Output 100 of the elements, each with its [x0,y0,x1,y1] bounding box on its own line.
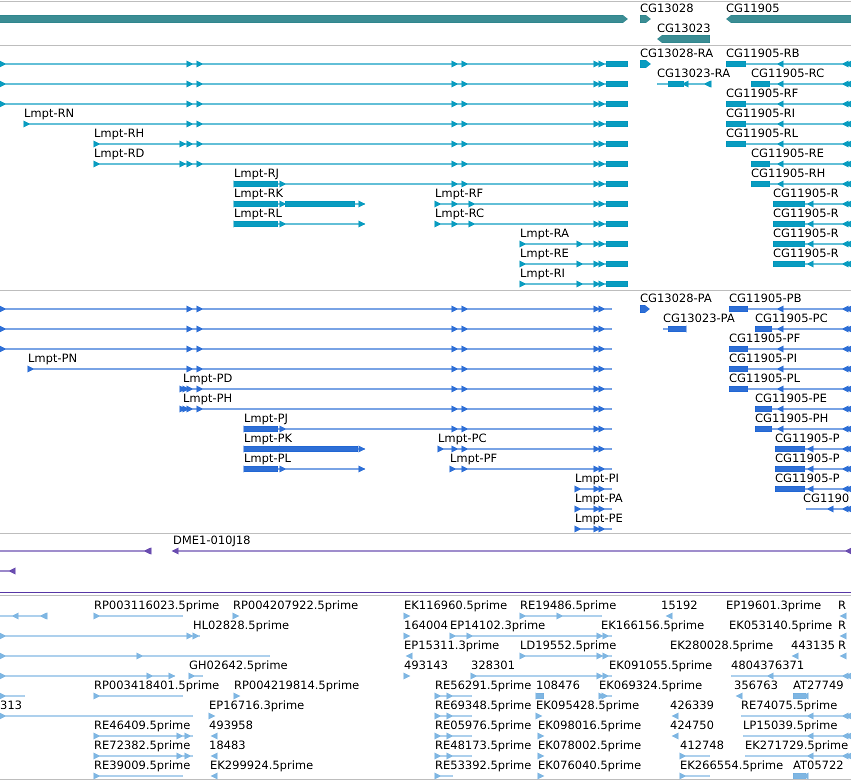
feature-label: RP003116023.5prime [94,598,220,612]
feature-label: CG11905-PB [729,291,802,305]
feature-label: 4804376371 [731,658,804,672]
feature-label: HL02828.5prime [193,618,290,632]
feature-label: 412748 [680,738,724,752]
feature-label: Lmpt-PD [183,371,232,385]
feature-label: EK095428.5prime [536,698,640,712]
feature-label: LP15039.5prime [743,718,838,732]
feature-label: EP19601.3prime [726,598,822,612]
feature-label: EK091055.5prime [609,658,712,672]
feature-label: RE46409.5prime [94,718,190,732]
feature-label: Lmpt-RC [435,206,484,220]
feature-label: Lmpt-RK [234,186,284,200]
feature-label: DME1-010J18 [173,533,250,547]
feature-label: AT05722 [793,758,844,772]
feature-label: CG13023-PA [663,311,735,325]
feature-label: EK053140.5prime [729,618,832,632]
feature-label: CG11905-PH [755,411,828,425]
feature-label: CG11905-R [773,246,839,260]
feature-label: CG11905-PC [755,311,828,325]
feature-label: CG11905-PI [729,351,798,365]
feature-label: CG11905 [726,1,780,15]
feature-label: Lmpt-RN [24,106,74,120]
feature-label: Lmpt-PL [244,451,291,465]
feature-label: 426339 [670,698,714,712]
feature-label: 18483 [209,738,246,752]
feature-label: RP004207922.5prime [233,598,358,612]
feature-label: R [838,618,846,632]
feature-label: EK069324.5prime [599,678,702,692]
feature-label: 108476 [536,678,580,692]
feature-label: EP16716.3prime [209,698,304,712]
feature-label: 15192 [661,598,698,612]
feature-label: 493143 [404,658,448,672]
feature-label: CG13023 [657,21,711,35]
feature-label: Lmpt-RA [520,226,569,240]
feature-label: LD19552.5prime [520,638,616,652]
feature-label: EP15311.3prime [404,638,500,652]
feature-label: CG11905-RL [726,126,798,140]
feature-label: RE19486.5prime [520,598,616,612]
feature-label: GH02642.5prime [189,658,288,672]
feature-label: EK078002.5prime [538,738,642,752]
feature-label: Lmpt-RJ [234,166,279,180]
feature-label: CG1190 [803,491,850,505]
feature-label: 313 [0,698,22,712]
feature-label: CG13028-RA [640,46,714,60]
feature-label: CG11905-PF [729,331,800,345]
feature-label: Lmpt-RI [520,266,565,280]
feature-label: EK266554.5prime [680,758,784,772]
feature-label: RE39009.5prime [94,758,190,772]
feature-label: 164004 [404,618,448,632]
feature-label: R [838,638,846,652]
feature-label: CG11905-RI [726,106,796,120]
feature-label: CG11905-R [773,206,839,220]
feature-label: RE05976.5prime [435,718,532,732]
feature-label: CG11905-P [775,431,840,445]
feature-label: EK280028.5prime [670,638,774,652]
feature-label: Lmpt-PA [575,491,623,505]
feature-label: RP003418401.5prime [94,678,220,692]
feature-label: EK166156.5prime [601,618,704,632]
feature-label: Lmpt-RD [94,146,144,160]
feature-label: EK271729.5prime [745,738,848,752]
feature-label: EP14102.3prime [450,618,546,632]
feature-label: 356763 [734,678,778,692]
feature-label: CG13028 [640,1,694,15]
feature-label: Lmpt-PJ [244,411,288,425]
feature-label: Lmpt-RL [234,206,282,220]
feature-label: CG11905-R [773,226,839,240]
feature-label: Lmpt-PN [28,351,78,365]
feature-label: Lmpt-RF [435,186,484,200]
feature-label: CG11905-RH [751,166,826,180]
feature-label: 328301 [471,658,515,672]
feature-label: Lmpt-PI [575,471,619,485]
feature-label: CG11905-P [775,471,840,485]
feature-label: CG11905-PL [729,371,800,385]
feature-label: CG13028-PA [640,291,712,305]
feature-label: CG11905-RF [726,86,798,100]
feature-label: EK299924.5prime [210,758,314,772]
feature-label: Lmpt-PH [183,391,232,405]
feature-label: CG11905-R [773,186,839,200]
feature-label: Lmpt-PF [450,451,498,465]
feature-label: RE72382.5prime [94,738,190,752]
feature-label: AT27749 [793,678,844,692]
feature-label: RE53392.5prime [435,758,532,772]
feature-label: CG11905-RE [751,146,824,160]
feature-label: CG11905-P [775,451,840,465]
feature-label: RE56291.5prime [435,678,532,692]
feature-label: 443135 [791,638,835,652]
feature-label: EK116960.5prime [404,598,508,612]
feature-label: Lmpt-RE [520,246,569,260]
feature-label: Lmpt-RH [94,126,144,140]
feature-label: CG11905-RC [751,66,824,80]
feature-label: 493958 [209,718,253,732]
feature-label: CG11905-PE [755,391,827,405]
feature-label: Lmpt-PC [438,431,487,445]
feature-label: RE69348.5prime [435,698,532,712]
feature-label: CG13023-RA [657,66,730,80]
feature-label: EK076040.5prime [538,758,642,772]
feature-label: Lmpt-PE [575,511,623,525]
feature-label: R [838,598,846,612]
feature-label: CG11905-RB [726,46,800,60]
